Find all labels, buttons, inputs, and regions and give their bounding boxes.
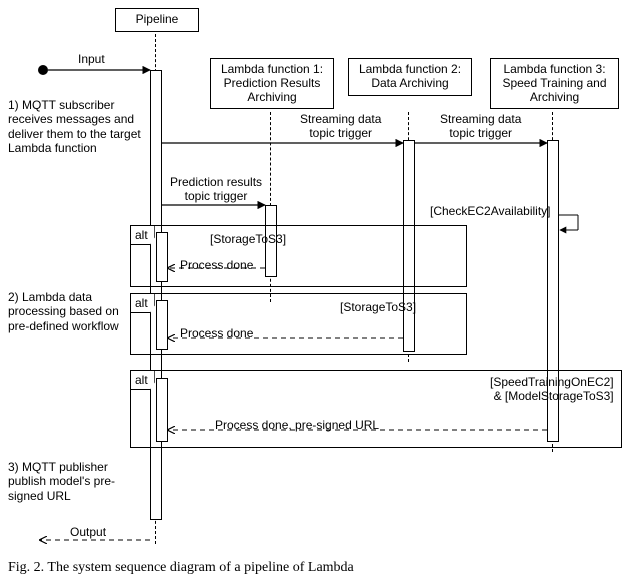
msg-stream1-label: Streaming data topic trigger [300, 112, 381, 141]
participant-lambda3: Lambda function 3: Speed Training and Ar… [490, 58, 619, 109]
step1-label: 1) MQTT subscriber receives messages and… [8, 98, 148, 156]
participant-lambda2-label: Lambda function 2: Data Archiving [359, 62, 461, 90]
start-node [38, 65, 48, 75]
msg-stream2-label: Streaming data topic trigger [440, 112, 521, 141]
alt-tab-3: alt [131, 371, 155, 390]
guard-storage1-label: [StorageToS3] [210, 232, 286, 246]
step3-label: 3) MQTT publisher publish model's pre-si… [8, 460, 138, 503]
participant-pipeline-label: Pipeline [136, 12, 179, 26]
output-label: Output [70, 525, 106, 539]
guard-checkec2-label: [CheckEC2Availability] [430, 204, 551, 218]
participant-lambda1: Lambda function 1: Prediction Results Ar… [210, 58, 334, 109]
participant-lambda2: Lambda function 2: Data Archiving [348, 58, 472, 96]
guard-storage2-label: [StorageToS3] [340, 300, 416, 314]
process-done1-label: Process done [180, 258, 253, 272]
guard-speed-label: [SpeedTrainingOnEC2] & [ModelStorageToS3… [490, 375, 614, 404]
process-done3-label: Process done, pre-signed URL [215, 418, 379, 432]
alt-tab-2: alt [131, 294, 155, 313]
participant-lambda1-label: Lambda function 1: Prediction Results Ar… [221, 62, 323, 104]
input-label: Input [78, 52, 105, 66]
msg-pred-label: Prediction results topic trigger [170, 175, 262, 204]
process-done2-label: Process done [180, 326, 253, 340]
participant-pipeline: Pipeline [115, 8, 199, 32]
alt-fragment-2: alt [130, 293, 467, 355]
sequence-diagram: Pipeline Lambda function 1: Prediction R… [0, 0, 640, 585]
step2-label: 2) Lambda data processing based on pre-d… [8, 290, 123, 333]
alt-tab-1: alt [131, 226, 155, 245]
participant-lambda3-label: Lambda function 3: Speed Training and Ar… [502, 62, 606, 104]
alt-fragment-1: alt [130, 225, 467, 287]
figure-caption: Fig. 2. The system sequence diagram of a… [8, 560, 354, 576]
